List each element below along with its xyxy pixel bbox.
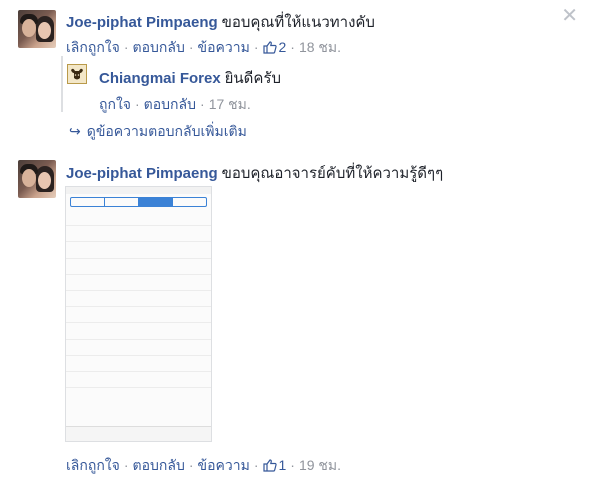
bull-logo-icon bbox=[68, 65, 86, 83]
comment-time[interactable]: 18 ชม. bbox=[299, 39, 341, 55]
comment-author[interactable]: Joe-piphat Pimpaeng bbox=[66, 165, 218, 182]
thumbs-up-icon bbox=[262, 41, 277, 54]
comment-time[interactable]: 19 ชม. bbox=[299, 457, 341, 473]
unlike-link[interactable]: เลิกถูกใจ bbox=[66, 39, 120, 55]
unlike-link[interactable]: เลิกถูกใจ bbox=[66, 457, 120, 473]
like-count[interactable]: 2 bbox=[262, 39, 286, 55]
close-icon[interactable]: ✕ bbox=[561, 6, 578, 26]
reply-link[interactable]: ตอบกลับ bbox=[133, 457, 185, 473]
view-more-replies-label: ดูข้อความตอบกลับเพิ่มเติม bbox=[86, 123, 247, 139]
reply-author[interactable]: Chiangmai Forex bbox=[99, 70, 221, 87]
message-link[interactable]: ข้อความ bbox=[198, 39, 250, 55]
reply-thread-line bbox=[61, 56, 63, 112]
thumbs-up-icon bbox=[262, 459, 277, 472]
comment-1: Joe-piphat Pimpaeng ขอบคุณที่ให้แนวทางคั… bbox=[18, 10, 578, 55]
attached-screenshot[interactable] bbox=[65, 186, 212, 442]
like-count[interactable]: 1 bbox=[262, 457, 286, 473]
reply-link[interactable]: ตอบกลับ bbox=[144, 96, 196, 112]
comment-text: ขอบคุณที่ให้แนวทางคับ bbox=[221, 14, 375, 31]
message-link[interactable]: ข้อความ bbox=[198, 457, 250, 473]
reply-arrow-icon: ↪ bbox=[69, 123, 81, 139]
reply-avatar[interactable] bbox=[67, 64, 87, 84]
reply-link[interactable]: ตอบกลับ bbox=[133, 39, 185, 55]
comment-text: ขอบคุณอาจารย์คับที่ให้ความรู้ดีๆๆ bbox=[221, 165, 444, 182]
like-link[interactable]: ถูกใจ bbox=[99, 96, 131, 112]
view-more-replies[interactable]: ↪ ดูข้อความตอบกลับเพิ่มเติม bbox=[69, 121, 247, 143]
comment-2-actions: เลิกถูกใจ · ตอบกลับ · ข้อความ · 1 · 19 ชม. bbox=[66, 457, 342, 473]
reply-text: ยินดีครับ bbox=[224, 70, 281, 87]
avatar[interactable] bbox=[18, 160, 56, 198]
avatar[interactable] bbox=[18, 10, 56, 48]
comment-author[interactable]: Joe-piphat Pimpaeng bbox=[66, 14, 218, 31]
reply-actions: ถูกใจ · ตอบกลับ · 17 ชม. bbox=[99, 96, 251, 112]
reply-1: Chiangmai Forex ยินดีครับ bbox=[99, 66, 281, 90]
reply-time[interactable]: 17 ชม. bbox=[209, 96, 251, 112]
comment-actions: เลิกถูกใจ · ตอบกลับ · ข้อความ · 2 · 18 ชม. bbox=[66, 39, 342, 55]
